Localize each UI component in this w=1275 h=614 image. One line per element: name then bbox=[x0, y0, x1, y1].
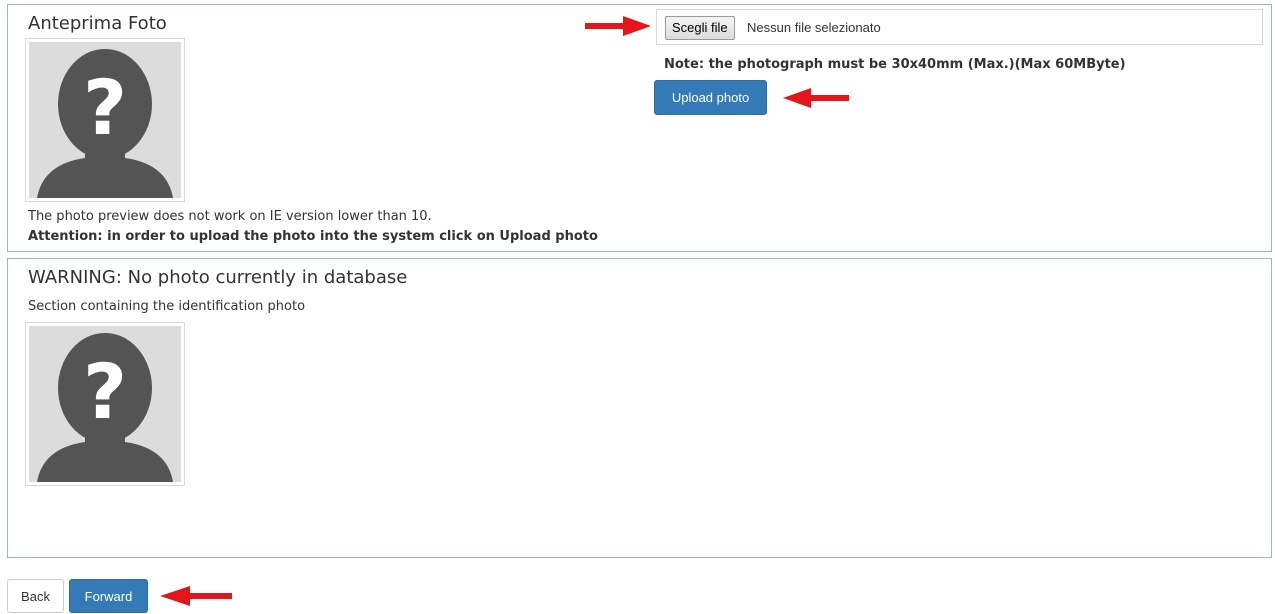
photo-size-note: Note: the photograph must be 30x40mm (Ma… bbox=[664, 57, 1126, 72]
upload-attention: Attention: in order to upload the photo … bbox=[28, 229, 598, 244]
choose-file-button[interactable]: Scegli file bbox=[665, 16, 735, 40]
placeholder-silhouette-icon: ? bbox=[29, 42, 181, 198]
back-button[interactable]: Back bbox=[7, 579, 64, 613]
current-photo-subtitle: Section containing the identification ph… bbox=[28, 299, 306, 314]
upload-photo-button[interactable]: Upload photo bbox=[654, 80, 767, 115]
photo-preview: ? bbox=[25, 38, 185, 202]
current-photo-panel: WARNING: No photo currently in database … bbox=[7, 258, 1272, 558]
forward-button[interactable]: Forward bbox=[69, 579, 148, 613]
file-status: Nessun file selezionato bbox=[747, 20, 881, 35]
annotation-arrow-icon bbox=[585, 16, 651, 36]
photo-upload-panel: Anteprima Foto ? The photo preview does … bbox=[7, 4, 1272, 252]
current-photo: ? bbox=[25, 322, 185, 486]
annotation-arrow-icon bbox=[160, 586, 232, 606]
photo-preview-title: Anteprima Foto bbox=[28, 13, 167, 34]
svg-text:?: ? bbox=[83, 347, 127, 436]
file-input[interactable]: Scegli file Nessun file selezionato bbox=[656, 9, 1263, 45]
no-photo-warning: WARNING: No photo currently in database bbox=[28, 267, 408, 288]
ie-notice: The photo preview does not work on IE ve… bbox=[28, 209, 432, 224]
svg-text:?: ? bbox=[83, 63, 127, 152]
annotation-arrow-icon bbox=[783, 88, 849, 108]
placeholder-silhouette-icon: ? bbox=[29, 326, 181, 482]
